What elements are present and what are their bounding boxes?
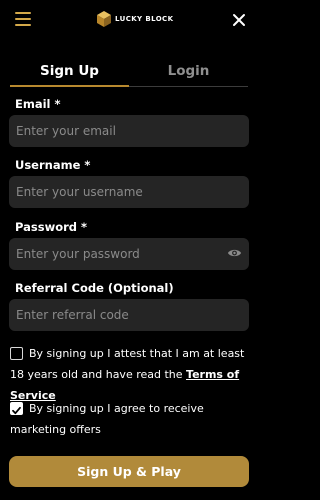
- username-field[interactable]: [9, 176, 249, 208]
- sign-up-and-play-button[interactable]: Sign Up & Play: [9, 456, 249, 487]
- age-consent-text: By signing up I attest that I am at leas…: [10, 343, 254, 406]
- username-label: Username *: [15, 158, 91, 172]
- referral-code-label: Referral Code (Optional): [15, 281, 174, 295]
- lucky-block-logo-icon: [97, 11, 111, 27]
- password-label: Password *: [15, 220, 88, 234]
- close-icon[interactable]: [231, 12, 247, 28]
- header: LUCKY BLOCK: [0, 0, 260, 40]
- marketing-consent-text: By signing up I agree to receive marketi…: [10, 402, 204, 436]
- menu-line: [15, 24, 31, 26]
- tab-sign-up[interactable]: Sign Up: [10, 57, 129, 87]
- brand-logo[interactable]: LUCKY BLOCK: [97, 10, 173, 28]
- tab-login[interactable]: Login: [129, 57, 248, 87]
- email-field[interactable]: [9, 115, 249, 147]
- menu-line: [15, 18, 31, 20]
- email-label: Email *: [15, 97, 61, 111]
- menu-line: [15, 12, 31, 14]
- auth-tabs: Sign Up Login: [10, 57, 248, 87]
- brand-name: LUCKY BLOCK: [115, 15, 174, 23]
- hamburger-menu-icon[interactable]: [15, 12, 31, 26]
- referral-code-field[interactable]: [9, 299, 249, 331]
- show-password-eye-icon[interactable]: [227, 247, 242, 259]
- password-field[interactable]: [9, 238, 249, 270]
